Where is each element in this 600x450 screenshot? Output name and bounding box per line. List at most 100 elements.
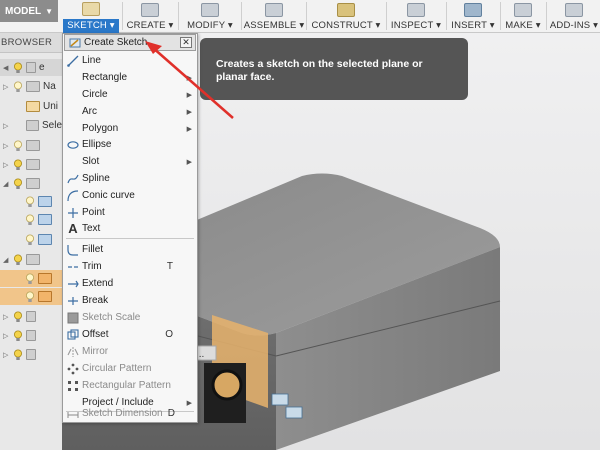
menu-item-conic-curve[interactable]: Conic curve — [63, 187, 197, 204]
menu-item-ellipse[interactable]: Ellipse — [63, 136, 197, 153]
tooltip: Creates a sketch on the selected plane o… — [200, 38, 468, 100]
collapse-triangle-icon[interactable]: ◀ — [3, 64, 11, 72]
sketch-menu-button[interactable]: SKETCH ▾ — [62, 0, 120, 33]
browser-row-sketch-2[interactable] — [0, 211, 62, 228]
fillet-icon — [67, 244, 79, 256]
lightbulb-icon[interactable] — [13, 159, 23, 171]
menu-item-rectangular-pattern[interactable]: Rectangular Pattern — [63, 377, 197, 394]
menu-item-label: Ellipse — [82, 139, 112, 150]
expand-triangle-icon[interactable]: ▷ — [3, 161, 11, 169]
assemble-menu-button[interactable]: ASSEMBLE ▾ — [243, 0, 305, 33]
lightbulb-icon[interactable] — [13, 254, 23, 266]
sketch-scale-icon — [67, 312, 79, 324]
menu-item-label: Create Sketch — [84, 37, 148, 48]
circular-hole[interactable] — [211, 369, 243, 401]
collapse-triangle-icon[interactable]: ◢ — [3, 180, 11, 188]
inspect-menu-button[interactable]: INSPECT ▾ — [388, 0, 444, 33]
rectangular-pattern-icon — [67, 380, 79, 392]
expand-triangle-icon[interactable]: ▷ — [3, 332, 11, 340]
expand-triangle-icon[interactable]: ▷ — [3, 122, 11, 130]
expand-triangle-icon[interactable]: ▷ — [3, 351, 11, 359]
menu-item-label: Line — [82, 55, 101, 66]
menu-item-text[interactable]: A Text — [63, 220, 197, 237]
workspace-label: MODEL — [5, 5, 42, 17]
menu-item-sketch-dimension[interactable]: Sketch Dimension D — [63, 405, 197, 422]
browser-row-component-3[interactable]: ▷ — [0, 346, 62, 363]
menu-item-point[interactable]: Point — [63, 204, 197, 221]
browser-row-label: Uni — [43, 101, 59, 112]
submenu-arrow-icon: ▶ — [186, 125, 192, 133]
add-ins-menu-label: ADD-INS ▾ — [549, 20, 599, 31]
lightbulb-icon[interactable] — [13, 178, 23, 190]
browser-row-selected-plane-1[interactable] — [0, 270, 62, 287]
collapse-triangle-icon[interactable]: ◢ — [3, 256, 11, 264]
browser-row-sketch-3[interactable] — [0, 231, 62, 248]
add-ins-menu-button[interactable]: ADD-INS ▾ — [548, 0, 600, 33]
lightbulb-icon[interactable] — [13, 349, 23, 361]
browser-row-units[interactable]: Uni — [0, 98, 62, 115]
sketch-dimension-icon — [67, 408, 79, 420]
sketch-item-icon — [38, 234, 52, 245]
expand-triangle-icon[interactable]: ▷ — [3, 313, 11, 321]
menu-item-label: Extend — [82, 278, 114, 289]
menu-item-sketch-scale[interactable]: Sketch Scale — [63, 309, 197, 326]
lightbulb-icon[interactable] — [25, 234, 35, 246]
menu-item-line[interactable]: Line — [63, 52, 197, 69]
folder-icon — [26, 178, 40, 189]
browser-row-component-1[interactable]: ▷ — [0, 308, 62, 325]
browser-row-sketches[interactable]: ◢ — [0, 175, 62, 192]
sketch-item-icon — [38, 196, 52, 207]
expand-triangle-icon[interactable]: ▷ — [3, 83, 11, 91]
constraint-glyph[interactable] — [271, 393, 289, 406]
menu-item-create-sketch[interactable]: Create Sketch ✕ — [64, 34, 196, 51]
workspace-dropdown[interactable]: MODEL ▼ — [0, 0, 58, 22]
browser-row-bodies[interactable]: ▷ — [0, 156, 62, 173]
make-menu-button[interactable]: MAKE ▾ — [502, 0, 544, 33]
menu-item-label: Offset — [82, 329, 109, 340]
lightbulb-icon[interactable] — [13, 62, 23, 74]
create-menu-button[interactable]: CREATE ▾ — [124, 0, 176, 33]
menu-item-trim[interactable]: Trim T — [63, 258, 197, 275]
menu-item-mirror[interactable]: Mirror — [63, 343, 197, 360]
browser-title: BROWSER — [1, 37, 53, 48]
menu-item-spline[interactable]: Spline — [63, 170, 197, 187]
close-icon[interactable]: ✕ — [180, 37, 192, 48]
offset-icon — [67, 328, 79, 341]
folder-icon — [25, 120, 39, 131]
lightbulb-icon[interactable] — [13, 330, 23, 342]
browser-row-component-2[interactable]: ▷ — [0, 327, 62, 344]
toolbar: MODEL ▼ SKETCH ▾ CREATE ▾ MODIFY ▾ ASSEM… — [0, 0, 600, 33]
browser-row-sketch-1[interactable] — [0, 193, 62, 210]
plane-icon — [38, 291, 52, 302]
browser-row-root[interactable]: ◀ e — [0, 59, 62, 76]
menu-item-circular-pattern[interactable]: Circular Pattern — [63, 360, 197, 377]
menu-item-fillet[interactable]: Fillet — [63, 241, 197, 258]
menu-item-break[interactable]: Break — [63, 292, 197, 309]
browser-row-selection[interactable]: ▷ Sele — [0, 117, 62, 134]
constraint-glyph[interactable] — [285, 406, 303, 419]
lightbulb-icon[interactable] — [25, 291, 35, 303]
browser-row-selected-plane-2[interactable] — [0, 288, 62, 305]
lightbulb-icon[interactable] — [25, 214, 35, 226]
browser-row-named-views[interactable]: ▷ Na — [0, 78, 62, 95]
expand-triangle-icon[interactable]: ▷ — [3, 142, 11, 150]
menu-item-circle[interactable]: Circle ▶ — [63, 86, 197, 103]
lightbulb-icon[interactable] — [13, 81, 23, 93]
lightbulb-icon[interactable] — [13, 311, 23, 323]
lightbulb-icon[interactable] — [25, 196, 35, 208]
menu-item-extend[interactable]: Extend — [63, 275, 197, 292]
insert-menu-button[interactable]: INSERT ▾ — [448, 0, 498, 33]
modify-menu-button[interactable]: MODIFY ▾ — [180, 0, 240, 33]
menu-item-polygon[interactable]: Polygon ▶ — [63, 120, 197, 137]
construct-menu-button[interactable]: CONSTRUCT ▾ — [308, 0, 384, 33]
browser-row-origin[interactable]: ▷ — [0, 137, 62, 154]
menu-item-rectangle[interactable]: Rectangle ▶ — [63, 69, 197, 86]
lightbulb-icon[interactable] — [13, 140, 23, 152]
submenu-arrow-icon: ▶ — [186, 108, 192, 116]
menu-item-slot[interactable]: Slot ▶ — [63, 153, 197, 170]
ellipse-icon — [67, 139, 79, 151]
menu-item-arc[interactable]: Arc ▶ — [63, 103, 197, 120]
menu-item-offset[interactable]: Offset O — [63, 326, 197, 343]
browser-row-construction[interactable]: ◢ — [0, 251, 62, 268]
lightbulb-icon[interactable] — [25, 273, 35, 285]
